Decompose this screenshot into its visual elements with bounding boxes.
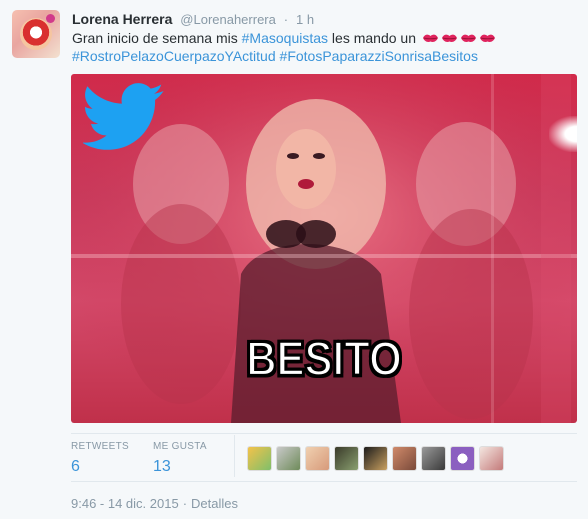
retweets-label: RETWEETS [71, 441, 129, 452]
divider [71, 481, 577, 482]
liker-avatar[interactable] [334, 446, 359, 471]
liker-avatar[interactable] [276, 446, 301, 471]
likes-label: ME GUSTA [153, 441, 207, 452]
tweet-text-part: les mando un [328, 30, 420, 46]
media-caption: BESITO [245, 330, 403, 386]
details-link[interactable]: Detalles [191, 496, 238, 511]
liker-avatar[interactable] [305, 446, 330, 471]
author-handle[interactable]: @Lorenaherrera [180, 12, 276, 27]
header-separator: · [283, 12, 289, 27]
retweets-count[interactable]: 6 [71, 458, 129, 476]
likes-stat[interactable]: ME GUSTA 13 [153, 441, 207, 476]
light-glow [549, 116, 577, 152]
author-name[interactable]: Lorena Herrera [72, 11, 172, 27]
tweet-media-image[interactable]: BESITO [71, 74, 577, 423]
tweet-text-part: Gran inicio de semana mis [72, 30, 242, 46]
likes-count[interactable]: 13 [153, 458, 207, 476]
kiss-lips-icon [460, 33, 477, 43]
twitter-bird-icon [83, 83, 164, 150]
author-avatar[interactable] [12, 10, 60, 58]
liker-avatar[interactable] [421, 446, 446, 471]
liker-avatar[interactable] [450, 446, 475, 471]
hashtag-link[interactable]: #Masoquistas [242, 30, 328, 46]
hashtag-link[interactable]: #RostroPelazoCuerpazoYActitud [72, 48, 276, 64]
liker-avatar[interactable] [479, 446, 504, 471]
liker-avatar[interactable] [392, 446, 417, 471]
tweet-meta: 9:46 - 14 dic. 2015 · Detalles [71, 496, 238, 511]
retweets-stat[interactable]: RETWEETS 6 [71, 441, 129, 476]
tweet-time[interactable]: 1 h [296, 12, 314, 27]
tweet-card: Lorena Herrera @Lorenaherrera · 1 h Gran… [0, 0, 588, 519]
divider [71, 433, 577, 434]
hashtag-link[interactable]: #FotosPaparazziSonrisaBesitos [280, 48, 478, 64]
liker-avatar[interactable] [247, 446, 272, 471]
liker-avatar[interactable] [363, 446, 388, 471]
kiss-lips-icon [441, 33, 458, 43]
liker-avatars [247, 446, 504, 471]
tweet-text: Gran inicio de semana mis #Masoquistas l… [72, 29, 572, 65]
tweet-header: Lorena Herrera @Lorenaherrera · 1 h [72, 11, 314, 29]
tweet-timestamp[interactable]: 9:46 - 14 dic. 2015 [71, 496, 179, 511]
meta-separator: · [182, 496, 188, 511]
kiss-lips-icon [422, 33, 439, 43]
kiss-lips-icon [479, 33, 496, 43]
stats-separator [234, 435, 235, 477]
